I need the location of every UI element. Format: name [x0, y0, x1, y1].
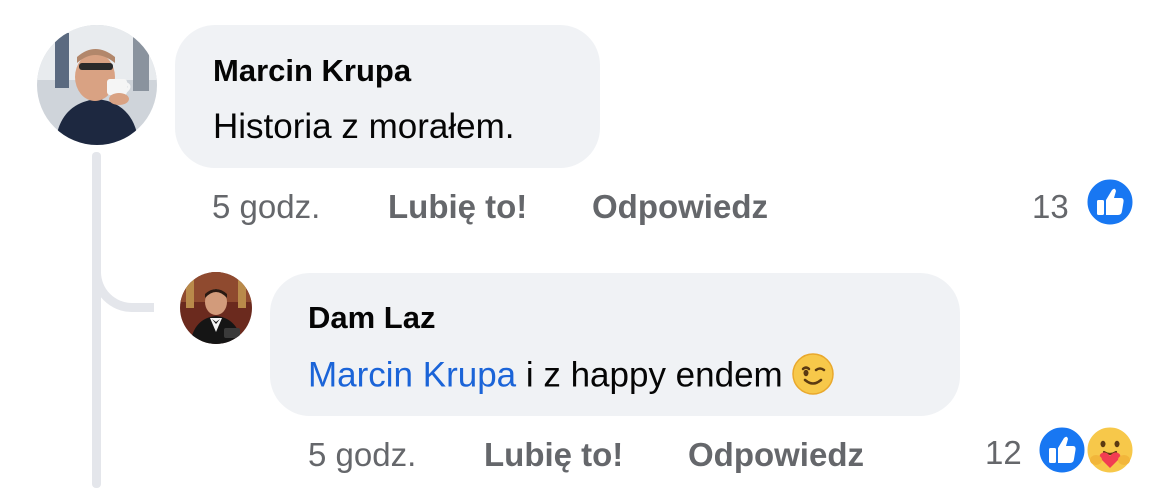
comment-text: Historia z morałem. [213, 107, 515, 146]
avatar-photo [37, 25, 157, 145]
like-icon[interactable] [1036, 424, 1088, 476]
comment-bubble: Marcin Krupa Historia z morałem. [175, 25, 600, 168]
comment-author[interactable]: Marcin Krupa [213, 53, 411, 89]
comment-thread: Marcin Krupa Historia z morałem. 5 godz.… [0, 0, 1170, 488]
reply-button[interactable]: Odpowiedz [592, 188, 768, 226]
reply-bubble: Dam Laz Marcin Krupa i z happy endem [270, 273, 960, 416]
reply-author[interactable]: Dam Laz [308, 300, 435, 336]
reply-timestamp[interactable]: 5 godz. [308, 436, 416, 474]
thread-reply-curve [92, 220, 154, 312]
reply-text-content: i z happy endem [516, 355, 783, 395]
avatar-marcin-krupa[interactable] [37, 25, 157, 145]
avatar-photo [180, 272, 252, 344]
comment-timestamp[interactable]: 5 godz. [212, 188, 320, 226]
reaction-count[interactable]: 12 [985, 434, 1022, 472]
reaction-count[interactable]: 13 [1032, 188, 1069, 226]
care-icon[interactable] [1084, 424, 1136, 476]
winking-face-emoji [791, 353, 834, 395]
reply-text: Marcin Krupa i z happy endem [308, 353, 835, 399]
thread-connector-line [92, 152, 101, 488]
like-button[interactable]: Lubię to! [388, 188, 527, 226]
like-icon[interactable] [1084, 176, 1136, 228]
reply-button[interactable]: Odpowiedz [688, 436, 864, 474]
avatar-dam-laz[interactable] [180, 272, 252, 344]
mention-link[interactable]: Marcin Krupa [308, 355, 516, 394]
like-button[interactable]: Lubię to! [484, 436, 623, 474]
